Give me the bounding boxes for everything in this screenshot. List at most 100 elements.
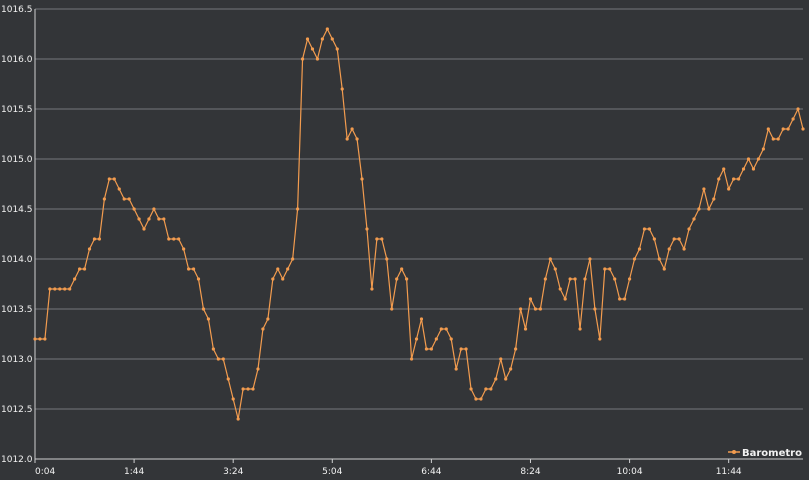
data-point[interactable]	[741, 167, 746, 171]
data-point[interactable]	[672, 237, 676, 241]
data-point[interactable]	[504, 377, 508, 381]
data-point[interactable]	[751, 167, 756, 171]
data-point[interactable]	[613, 277, 617, 281]
data-point[interactable]	[172, 237, 176, 241]
data-point[interactable]	[761, 147, 765, 151]
data-point[interactable]	[211, 347, 215, 351]
data-point[interactable]	[68, 287, 72, 291]
data-point[interactable]	[409, 357, 414, 361]
data-point[interactable]	[568, 277, 572, 281]
data-point[interactable]	[588, 257, 592, 261]
data-point[interactable]	[221, 357, 225, 361]
data-point[interactable]	[449, 337, 453, 341]
data-point[interactable]	[642, 227, 647, 231]
data-point[interactable]	[756, 157, 761, 161]
data-point[interactable]	[58, 287, 62, 291]
data-point[interactable]	[509, 367, 513, 371]
data-point[interactable]	[677, 237, 681, 241]
data-point[interactable]	[781, 127, 785, 131]
data-point[interactable]	[102, 197, 106, 201]
data-point[interactable]	[627, 277, 632, 281]
data-point[interactable]	[405, 277, 409, 281]
data-point[interactable]	[479, 397, 483, 401]
data-point[interactable]	[251, 387, 255, 391]
data-point[interactable]	[528, 297, 533, 301]
data-point[interactable]	[489, 387, 493, 391]
data-point[interactable]	[350, 127, 354, 131]
data-point[interactable]	[177, 237, 181, 241]
data-point[interactable]	[801, 127, 805, 131]
data-point[interactable]	[286, 267, 290, 271]
data-point[interactable]	[340, 87, 344, 91]
data-point[interactable]	[53, 287, 57, 291]
data-point[interactable]	[766, 127, 770, 131]
data-point[interactable]	[127, 197, 131, 201]
data-point[interactable]	[732, 177, 736, 181]
data-point[interactable]	[459, 347, 463, 351]
data-point[interactable]	[310, 47, 315, 51]
data-point[interactable]	[305, 37, 310, 41]
data-point[interactable]	[687, 227, 691, 231]
data-point[interactable]	[558, 287, 562, 291]
data-point[interactable]	[682, 247, 686, 251]
data-point[interactable]	[43, 337, 47, 341]
data-point[interactable]	[746, 157, 751, 161]
data-point[interactable]	[256, 367, 260, 371]
data-point[interactable]	[300, 57, 305, 61]
data-point[interactable]	[33, 337, 37, 341]
data-point[interactable]	[414, 337, 419, 341]
data-point[interactable]	[419, 317, 424, 321]
data-point[interactable]	[63, 287, 67, 291]
legend[interactable]: Barometro	[728, 448, 802, 459]
data-point[interactable]	[82, 267, 87, 271]
data-point[interactable]	[454, 367, 458, 371]
data-point[interactable]	[657, 257, 661, 261]
data-point[interactable]	[434, 337, 438, 341]
data-point[interactable]	[231, 397, 235, 401]
data-point[interactable]	[692, 217, 696, 221]
data-point[interactable]	[618, 297, 622, 301]
data-point[interactable]	[196, 277, 201, 281]
data-point[interactable]	[722, 167, 726, 171]
data-point[interactable]	[707, 207, 711, 211]
data-point[interactable]	[38, 337, 42, 341]
data-point[interactable]	[77, 267, 82, 271]
data-point[interactable]	[429, 347, 433, 351]
data-point[interactable]	[226, 377, 230, 381]
data-point[interactable]	[632, 257, 637, 261]
data-point[interactable]	[206, 317, 211, 321]
data-point[interactable]	[142, 227, 146, 231]
data-point[interactable]	[791, 117, 795, 121]
data-point[interactable]	[662, 267, 666, 271]
data-point[interactable]	[543, 277, 547, 281]
data-point[interactable]	[147, 217, 151, 221]
data-point[interactable]	[667, 247, 671, 251]
data-point[interactable]	[786, 127, 790, 131]
data-point[interactable]	[281, 277, 285, 281]
data-point[interactable]	[201, 307, 206, 311]
data-point[interactable]	[514, 347, 518, 351]
data-point[interactable]	[246, 387, 250, 391]
data-point[interactable]	[518, 307, 523, 311]
data-point[interactable]	[444, 327, 448, 331]
data-point[interactable]	[583, 277, 587, 281]
data-point[interactable]	[647, 227, 652, 231]
data-point[interactable]	[187, 267, 191, 271]
data-point[interactable]	[637, 247, 642, 251]
data-point[interactable]	[261, 327, 265, 331]
data-point[interactable]	[623, 297, 627, 301]
data-point[interactable]	[345, 137, 349, 141]
data-point[interactable]	[370, 287, 374, 291]
data-point[interactable]	[395, 277, 399, 281]
data-point[interactable]	[355, 137, 359, 141]
data-point[interactable]	[48, 287, 52, 291]
data-point[interactable]	[697, 207, 701, 211]
data-point[interactable]	[291, 257, 295, 261]
data-point[interactable]	[335, 47, 339, 51]
data-point[interactable]	[776, 137, 780, 141]
data-point[interactable]	[92, 237, 97, 241]
data-point[interactable]	[736, 177, 741, 181]
data-point[interactable]	[320, 37, 324, 41]
data-point[interactable]	[439, 327, 443, 331]
data-point[interactable]	[132, 207, 136, 211]
